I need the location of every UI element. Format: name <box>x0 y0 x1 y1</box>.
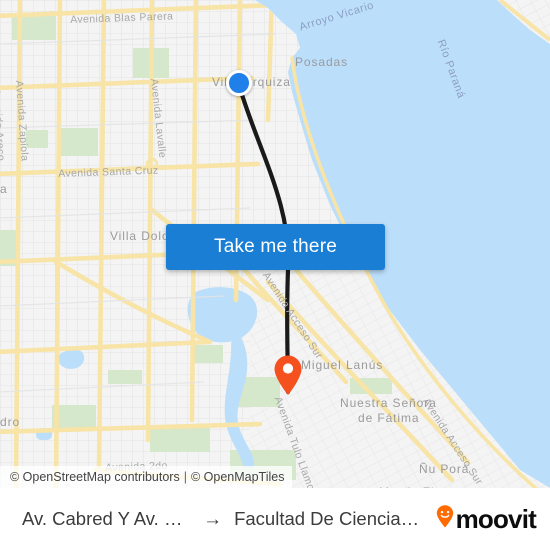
moovit-pin-icon <box>436 505 454 533</box>
trip-endpoints: Av. Cabred Y Av. Rade... → Facultad De C… <box>22 508 426 530</box>
arrow-right-icon: → <box>203 508 223 530</box>
map-canvas[interactable]: Avenida Blas Parera Avenida Areco Avenida … <box>0 0 550 488</box>
trip-summary-bar: Av. Cabred Y Av. Rade... → Facultad De C… <box>0 488 550 550</box>
origin-location-dot[interactable] <box>226 70 252 96</box>
moovit-wordmark: moovit <box>455 504 537 534</box>
trip-origin-label: Av. Cabred Y Av. Rade... <box>22 508 191 529</box>
destination-pin-icon[interactable] <box>273 354 303 396</box>
take-me-there-button[interactable]: Take me there <box>166 224 385 270</box>
trip-destination-label: Facultad De Ciencias Eco... <box>234 508 425 529</box>
map-attribution: © OpenStreetMap contributors | © OpenMap… <box>0 466 293 488</box>
attribution-openmaptiles[interactable]: © OpenMapTiles <box>191 470 285 484</box>
attribution-osm[interactable]: © OpenStreetMap contributors <box>10 470 180 484</box>
moovit-trip-screen: Avenida Blas Parera Avenida Areco Avenida … <box>0 0 550 550</box>
attribution-separator: | <box>183 470 187 484</box>
moovit-logo[interactable]: moovit <box>436 504 537 534</box>
